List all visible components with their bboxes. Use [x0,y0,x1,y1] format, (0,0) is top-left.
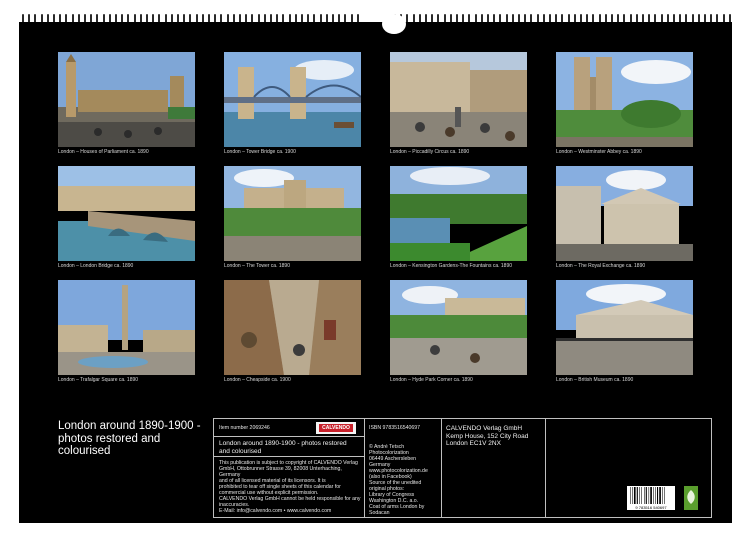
barcode-bar [641,487,642,504]
copyright-line: GmbH, Ottobrunner Strasse 39, 82008 Unte… [219,466,342,478]
photo-tile: London – The Tower ca. 1890 [224,166,361,270]
barcode-bar [655,487,656,504]
product-title: London around 1890-1900 - photos restore… [219,440,347,455]
photo-caption: London – Westminster Abbey ca. 1890 [556,149,642,155]
photo-tile: London – Cheapside ca. 1900 [224,280,361,384]
photo-tile: London – Tower Bridge ca. 1900 [224,52,361,156]
photo-caption: London – Piccadilly Circus ca. 1890 [390,149,470,155]
copyright-line: E-Mail: info@calvendo.com • www.calvendo… [219,508,332,514]
photo-tile: London – Trafalgar Square ca. 1890 [58,280,195,384]
cover-title: London around 1890-1900 - photos restore… [58,420,201,457]
barcode-bar [657,487,659,504]
publisher-logo-text: CALVENDO [319,424,353,432]
barcode-bar [632,487,633,504]
hyde-park-corner-photo [390,280,527,375]
photo-caption: London – Houses of Parliament ca. 1890 [58,149,149,155]
piccadilly-circus-photo [390,52,527,147]
barcode-bar [664,487,665,504]
barcode-bar [630,487,631,504]
photo-caption: London – The Tower ca. 1890 [224,263,290,269]
credits-line: Source of the unedited original photos: [369,480,422,492]
barcode-bar [639,487,640,504]
item-number: Item number 2069246 [219,425,270,431]
photo-caption: London – Tower Bridge ca. 1900 [224,149,296,155]
photo-tile: London – Houses of Parliament ca. 1890 [58,52,195,156]
photo-caption: London – Trafalgar Square ca. 1890 [58,377,139,383]
credits-line: Library of Congress Washington D.C. a.o. [369,492,419,504]
barcode-bar [636,487,638,504]
barcode-bar [644,487,645,504]
hanger-notch [382,14,406,34]
royal-exchange-photo [556,166,693,261]
cheapside-photo [224,280,361,375]
barcode-bar [653,487,654,504]
photo-tile: London – Kensington Gardens-The Fountain… [390,166,527,270]
the-tower-photo [224,166,361,261]
photo-caption: London – Hyde Park Corner ca. 1890 [390,377,473,383]
address-line: London EC1V 2NX [446,440,501,447]
kensington-gardens-photo [390,166,527,261]
credits: © André Tetsch Photocolorization 06449 As… [369,444,439,516]
photo-tile: London – Hyde Park Corner ca. 1890 [390,280,527,384]
credits-line: © André Tetsch Photocolorization [369,444,409,456]
westminster-abbey-photo [556,52,693,147]
eco-seal-icon [684,486,698,510]
barcode-bar [645,487,647,504]
photo-caption: London – British Museum ca. 1890 [556,377,634,383]
photo-tile: London – The Royal Exchange ca. 1890 [556,166,693,270]
photo-caption: London – Kensington Gardens-The Fountain… [390,263,513,269]
isbn-barcode: 9 783516 540697 [627,486,675,510]
imprint-box: Item number 2069246 CALVENDO London arou… [213,418,712,518]
london-bridge-photo [58,166,195,261]
photo-caption: London – The Royal Exchange ca. 1890 [556,263,646,269]
houses-of-parliament-photo [58,52,195,147]
publisher-logo: CALVENDO [316,422,356,434]
photo-caption: London – Cheapside ca. 1900 [224,377,291,383]
barcode-digits: 9 783516 540697 [635,505,667,510]
photo-tile: London – London Bridge ca. 1890 [58,166,195,270]
barcode-bar [650,487,652,504]
barcode-bar [633,487,636,504]
photo-tile: London – Piccadilly Circus ca. 1890 [390,52,527,156]
barcode-bar [648,487,650,504]
isbn: ISBN 9783516540697 [369,425,421,431]
calendar-back-page: London – Houses of Parliament ca. 1890 L… [19,14,732,523]
credits-line: Coat of arms London by Sodacan [369,504,425,516]
address-line: CALVENDO Verlag GmbH [446,425,523,432]
address-line: Kemp House, 152 City Road [446,432,529,440]
photo-tile: London – British Museum ca. 1890 [556,280,693,384]
barcode-bar [659,487,661,504]
copyright-notice: This publication is subject to copyright… [219,460,361,514]
trafalgar-square-photo [58,280,195,375]
photo-tile: London – Westminster Abbey ca. 1890 [556,52,693,156]
photo-caption: London – London Bridge ca. 1890 [58,263,134,269]
british-museum-photo [556,280,693,375]
tower-bridge-photo [224,52,361,147]
publisher-address: CALVENDO Verlag GmbH Kemp House, 152 City… [446,425,541,448]
barcode-bar [662,487,663,504]
